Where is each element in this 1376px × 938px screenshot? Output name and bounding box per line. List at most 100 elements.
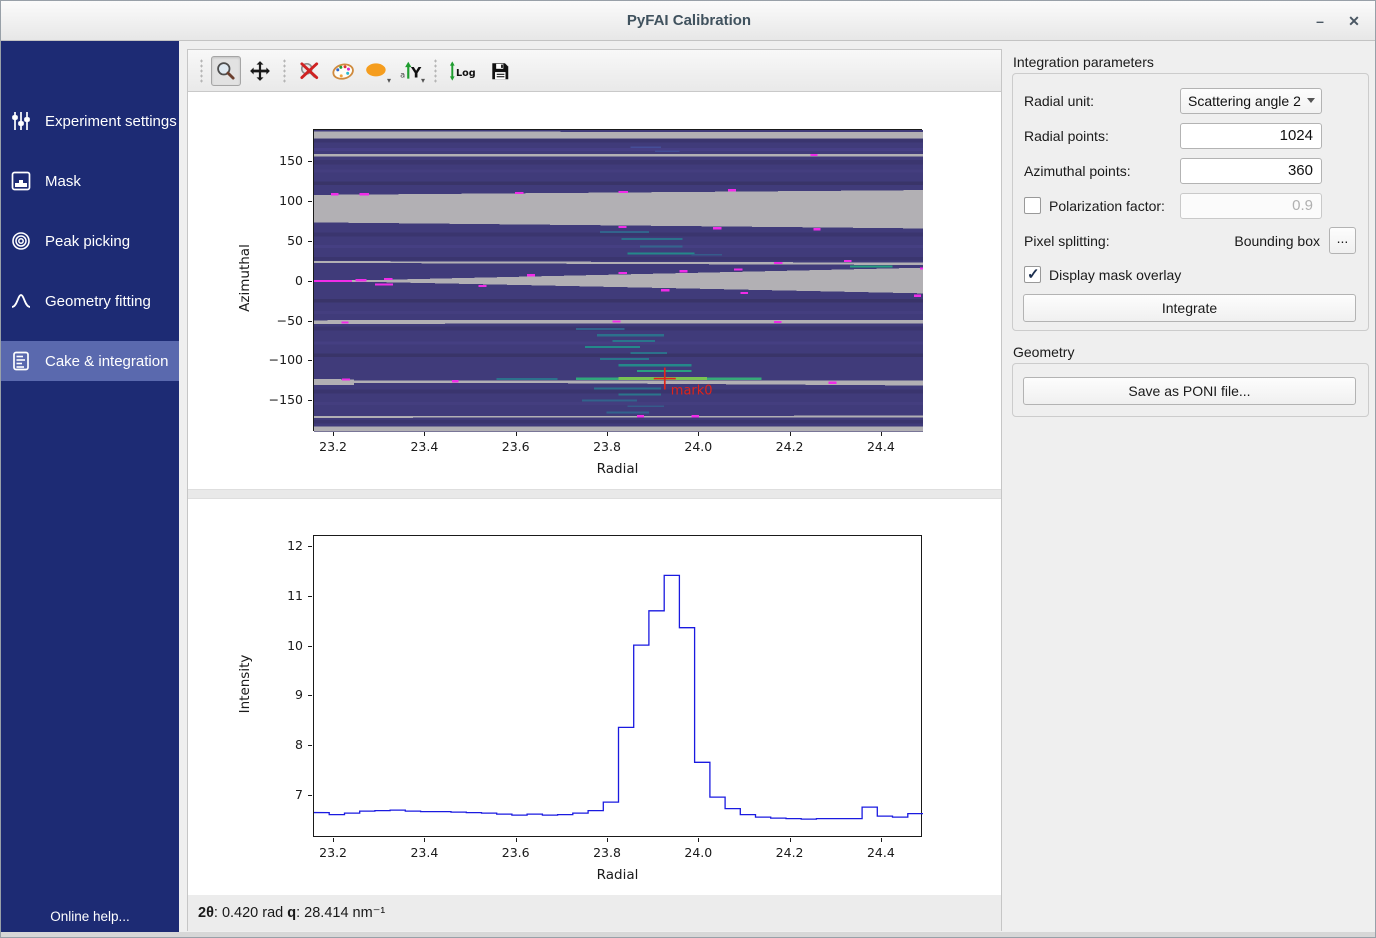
integrate-button[interactable]: Integrate bbox=[1023, 294, 1356, 322]
xtick bbox=[607, 838, 608, 842]
ytick bbox=[308, 695, 312, 696]
polarization-checkbox[interactable] bbox=[1024, 197, 1041, 214]
palette-icon bbox=[331, 59, 355, 83]
radial-points-input[interactable]: 1024 bbox=[1180, 123, 1322, 149]
xlab: 24.4 bbox=[859, 845, 903, 860]
mask-overlay-checkbox[interactable] bbox=[1024, 266, 1041, 283]
intensity-plot-canvas[interactable]: 23.223.423.623.824.024.224.4121110987Rad… bbox=[188, 499, 1001, 895]
plot-splitter[interactable] bbox=[188, 489, 1001, 499]
window-bottom-edge bbox=[1, 932, 1376, 938]
ylab: 150 bbox=[257, 153, 303, 168]
save-button[interactable] bbox=[485, 56, 515, 86]
peak-curve-icon bbox=[10, 290, 32, 312]
svg-text:Log: Log bbox=[456, 67, 476, 78]
reset-zoom-button[interactable] bbox=[294, 56, 324, 86]
xlab: 23.4 bbox=[402, 845, 446, 860]
window-title: PyFAI Calibration bbox=[1, 12, 1376, 29]
geometry-title: Geometry bbox=[1013, 344, 1074, 360]
axis-title-y: Azimuthal bbox=[237, 223, 253, 333]
xtick bbox=[698, 432, 699, 436]
sidebar-item-label: Experiment settings bbox=[45, 113, 177, 130]
close-button[interactable]: ✕ bbox=[1341, 9, 1367, 33]
polarization-input: 0.9 bbox=[1180, 193, 1322, 219]
ytick bbox=[308, 360, 312, 361]
sidebar-item-mask[interactable]: Mask bbox=[1, 161, 179, 201]
title-bar: PyFAI Calibration – ✕ bbox=[1, 1, 1376, 41]
plot-toolbar: ▾ a Y ▾ Log bbox=[188, 50, 1001, 92]
ytick bbox=[308, 400, 312, 401]
sidebar-item-peak-picking[interactable]: Peak picking bbox=[1, 221, 179, 261]
colormap-button[interactable] bbox=[328, 56, 358, 86]
tth-label: 2θ bbox=[198, 905, 214, 921]
xlab: 24.2 bbox=[768, 439, 812, 454]
xlab: 23.8 bbox=[585, 439, 629, 454]
zoom-mode-button[interactable] bbox=[211, 56, 241, 86]
intensity-plot-area[interactable] bbox=[313, 535, 922, 837]
ylab: 12 bbox=[257, 538, 303, 553]
online-help-link[interactable]: Online help... bbox=[1, 909, 179, 924]
toolbar-grip bbox=[433, 58, 438, 84]
radial-unit-label: Radial unit: bbox=[1024, 93, 1094, 109]
sidebar-item-label: Mask bbox=[45, 173, 81, 190]
cake-list-icon bbox=[10, 350, 32, 372]
geometry-group: Save as PONI file... bbox=[1012, 363, 1369, 417]
cake-plot-area[interactable]: mark0 bbox=[313, 129, 922, 431]
xtick bbox=[881, 838, 882, 842]
ylab: 7 bbox=[257, 787, 303, 802]
pan-arrows-icon bbox=[249, 60, 271, 82]
xlab: 23.8 bbox=[585, 845, 629, 860]
plot-central-widget: ▾ a Y ▾ Log bbox=[187, 49, 1002, 931]
azimuthal-points-label: Azimuthal points: bbox=[1024, 163, 1131, 179]
ylab: −100 bbox=[257, 352, 303, 367]
tth-value: : 0.420 rad bbox=[214, 905, 287, 921]
target-icon bbox=[10, 230, 32, 252]
minimize-button[interactable]: – bbox=[1307, 9, 1333, 33]
ylab: 0 bbox=[257, 273, 303, 288]
ylab: 10 bbox=[257, 638, 303, 653]
dropdown-arrow-icon: ▾ bbox=[421, 77, 425, 85]
y-autoscale-button[interactable]: a Y ▾ bbox=[396, 56, 426, 86]
radial-points-label: Radial points: bbox=[1024, 128, 1109, 144]
toolbar-grip bbox=[199, 58, 204, 84]
ylab: 50 bbox=[257, 233, 303, 248]
integration-parameters-title: Integration parameters bbox=[1013, 54, 1154, 70]
integration-parameters-group: Radial unit: Scattering angle 2 Radial p… bbox=[1012, 73, 1369, 331]
xlab: 24.0 bbox=[676, 845, 720, 860]
xtick bbox=[333, 432, 334, 436]
axis-title-x: Radial bbox=[518, 867, 718, 883]
xlab: 24.4 bbox=[859, 439, 903, 454]
magnifier-red-x-icon bbox=[298, 60, 320, 82]
chevron-down-icon bbox=[1307, 98, 1315, 103]
xtick bbox=[516, 432, 517, 436]
xlab: 23.6 bbox=[494, 845, 538, 860]
xtick bbox=[333, 838, 334, 842]
q-label: q bbox=[287, 905, 296, 921]
toolbar-grip bbox=[282, 58, 287, 84]
save-poni-button[interactable]: Save as PONI file... bbox=[1023, 377, 1356, 405]
sidebar-item-geometry-fitting[interactable]: Geometry fitting bbox=[1, 281, 179, 321]
pixel-splitting-more-button[interactable]: ... bbox=[1329, 227, 1356, 254]
mask-tools-button[interactable]: ▾ bbox=[362, 56, 392, 86]
floppy-icon bbox=[489, 60, 511, 82]
ylab: −50 bbox=[257, 313, 303, 328]
y-autoscale-icon: a Y bbox=[399, 60, 423, 82]
ylab: −150 bbox=[257, 392, 303, 407]
sidebar-item-cake-integration[interactable]: Cake & integration bbox=[1, 341, 179, 381]
intensity-plot[interactable]: 23.223.423.623.824.024.224.4121110987Rad… bbox=[313, 535, 922, 837]
svg-text:a: a bbox=[400, 69, 405, 79]
ytick bbox=[308, 321, 312, 322]
sidebar-item-label: Cake & integration bbox=[45, 353, 168, 370]
integration-panel: Integration parameters Radial unit: Scat… bbox=[1002, 41, 1376, 938]
cake-plot[interactable]: mark0 23.223.423.623.824.024.224.4150100… bbox=[313, 129, 922, 431]
sidebar-item-experiment-settings[interactable]: Experiment settings bbox=[1, 101, 179, 141]
mask-overlay-label: Display mask overlay bbox=[1049, 267, 1181, 283]
ylab: 9 bbox=[257, 687, 303, 702]
xlab: 23.2 bbox=[311, 439, 355, 454]
pyfai-calibration-window: PyFAI Calibration – ✕ Experiment setting… bbox=[0, 0, 1376, 938]
pan-mode-button[interactable] bbox=[245, 56, 275, 86]
log-scale-button[interactable]: Log bbox=[445, 56, 481, 86]
cake-plot-canvas[interactable]: mark0 23.223.423.623.824.024.224.4150100… bbox=[188, 92, 1001, 489]
azimuthal-points-input[interactable]: 360 bbox=[1180, 158, 1322, 184]
axis-title-x: Radial bbox=[518, 461, 718, 477]
radial-unit-select[interactable]: Scattering angle 2 bbox=[1180, 88, 1322, 114]
